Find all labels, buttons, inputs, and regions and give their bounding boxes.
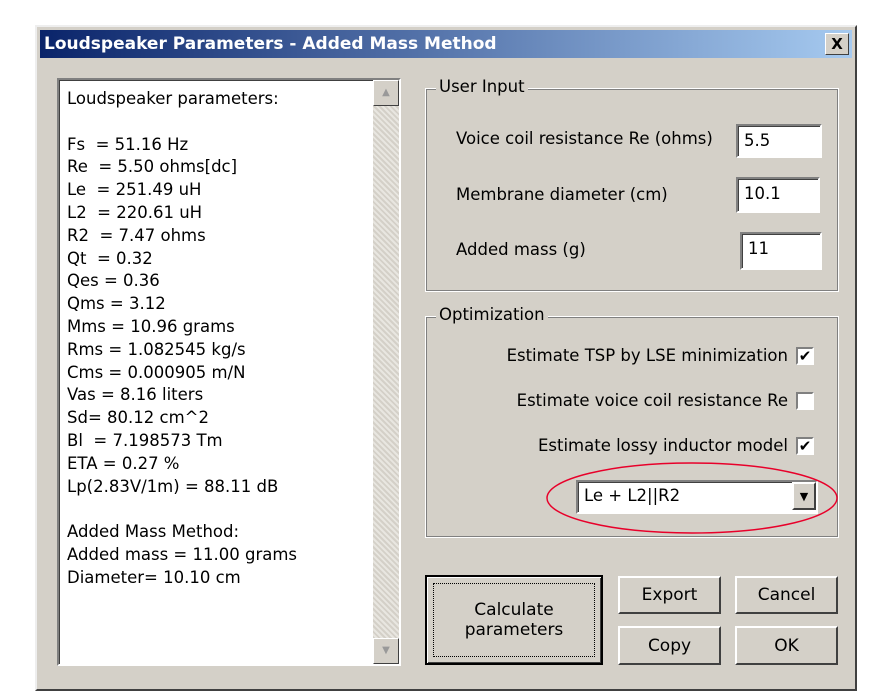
result-line: Cms = 0.000905 m/N xyxy=(67,362,246,382)
result-line: Diameter= 10.10 cm xyxy=(67,567,241,587)
red-annotation-ellipse xyxy=(546,462,838,534)
re-label: Voice coil resistance Re (ohms) xyxy=(456,129,713,148)
result-line: Rms = 1.082545 kg/s xyxy=(67,339,246,359)
lse-label: Estimate TSP by LSE minimization xyxy=(506,346,788,365)
result-line: Lp(2.83V/1m) = 88.11 dB xyxy=(67,476,279,496)
diameter-label: Membrane diameter (cm) xyxy=(456,185,668,204)
scroll-up-icon[interactable]: ▲ xyxy=(373,80,399,106)
result-line: Qt = 0.32 xyxy=(67,248,153,268)
check-icon: ✔ xyxy=(798,437,812,455)
lse-checkbox[interactable]: ✔ xyxy=(796,347,814,365)
result-line: Bl = 7.198573 Tm xyxy=(67,430,223,450)
result-line: Added mass = 11.00 grams xyxy=(67,544,298,564)
lossy-label: Estimate lossy inductor model xyxy=(537,436,788,455)
result-line: ETA = 0.27 % xyxy=(67,453,180,473)
user-input-group: User Input Voice coil resistance Re (ohm… xyxy=(425,77,839,292)
user-input-title: User Input xyxy=(436,77,528,96)
cancel-button[interactable]: Cancel xyxy=(735,576,838,614)
results-text: Loudspeaker parameters: Fs = 51.16 Hz Re … xyxy=(67,88,297,590)
result-line: Added Mass Method: xyxy=(67,522,240,542)
result-line: Re = 5.50 ohms[dc] xyxy=(67,157,238,177)
result-line: Sd= 80.12 cm^2 xyxy=(67,408,209,428)
window-title: Loudspeaker Parameters - Added Mass Meth… xyxy=(44,34,497,54)
copy-button[interactable]: Copy xyxy=(618,626,721,665)
result-line xyxy=(67,111,297,134)
result-line: R2 = 7.47 ohms xyxy=(67,225,206,245)
close-button[interactable]: X xyxy=(825,33,849,55)
result-line: Le = 251.49 uH xyxy=(67,180,202,200)
title-bar: Loudspeaker Parameters - Added Mass Meth… xyxy=(40,30,852,58)
diameter-input[interactable]: 10.1 xyxy=(736,177,820,213)
results-textbox[interactable]: Loudspeaker parameters: Fs = 51.16 Hz Re … xyxy=(57,78,401,666)
export-button[interactable]: Export xyxy=(618,576,721,614)
scroll-down-icon[interactable]: ▼ xyxy=(373,638,399,664)
ok-button[interactable]: OK xyxy=(735,626,838,665)
dialog-window: Loudspeaker Parameters - Added Mass Meth… xyxy=(35,25,857,691)
calculate-parameters-button[interactable]: Calculate parameters xyxy=(425,575,603,665)
result-line xyxy=(67,498,297,521)
vertical-scrollbar[interactable]: ▲ ▼ xyxy=(373,80,399,664)
result-line: L2 = 220.61 uH xyxy=(67,202,203,222)
calculate-label: Calculate parameters xyxy=(464,600,564,640)
mass-input[interactable]: 11 xyxy=(740,232,822,270)
result-line: Qes = 0.36 xyxy=(67,271,160,291)
estimate-re-label: Estimate voice coil resistance Re xyxy=(516,391,788,410)
estimate-re-checkbox[interactable] xyxy=(796,392,814,410)
lossy-checkbox[interactable]: ✔ xyxy=(796,437,814,455)
result-line: Qms = 3.12 xyxy=(67,294,166,314)
re-input[interactable]: 5.5 xyxy=(736,124,822,158)
result-line: Loudspeaker parameters: xyxy=(67,89,279,108)
result-line: Vas = 8.16 liters xyxy=(67,385,204,405)
check-icon: ✔ xyxy=(798,347,812,365)
result-line: Fs = 51.16 Hz xyxy=(67,134,189,154)
optimization-title: Optimization xyxy=(436,305,548,324)
mass-label: Added mass (g) xyxy=(456,240,586,259)
result-line: Mms = 10.96 grams xyxy=(67,316,235,336)
